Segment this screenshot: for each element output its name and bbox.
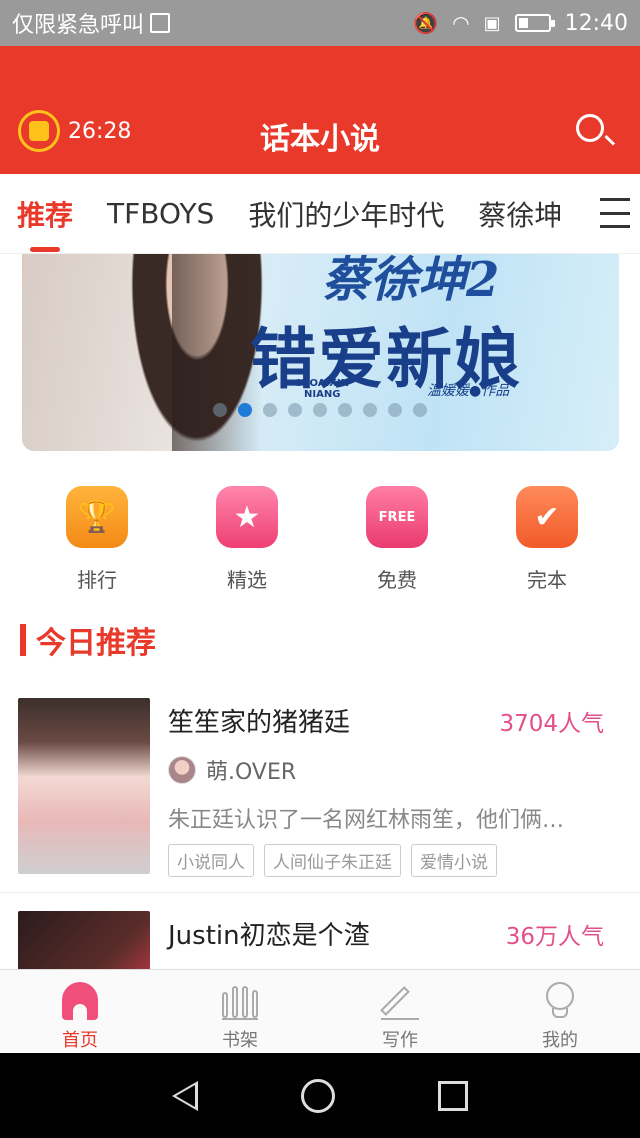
book-tag[interactable]: 爱情小说 (411, 844, 497, 877)
sim-icon: ▣ (483, 12, 501, 34)
trophy-icon: 🏆 (66, 486, 128, 548)
book-popularity: 36万人气 (505, 924, 604, 950)
bottom-navigation: 首页 书架 写作 我的 (0, 969, 640, 1053)
book-title: Justin初恋是个渣 (168, 921, 370, 951)
book-tag[interactable]: 人间仙子朱正廷 (264, 844, 401, 877)
nav-bookshelf[interactable]: 书架 (160, 970, 320, 1053)
banner-dot[interactable] (363, 403, 377, 417)
tab-youth-era[interactable]: 我们的少年时代 (231, 174, 461, 254)
recent-apps-icon[interactable] (438, 1080, 469, 1111)
status-carrier: 仅限紧急呼叫 (12, 7, 413, 39)
book-popularity: 3704人气 (499, 711, 604, 737)
star-icon: ★ (216, 486, 278, 548)
status-right: 🔕 ◠ ▣ 12:40 (413, 11, 628, 36)
status-time: 12:40 (564, 10, 628, 36)
quick-links: 🏆 排行 ★ 精选 FREE 免费 ✔ 完本 (0, 486, 640, 596)
book-cover[interactable] (18, 698, 150, 874)
banner-dot[interactable] (413, 403, 427, 417)
banner-author: 温媛媛●作品 (427, 383, 510, 399)
banner-dot[interactable] (238, 403, 252, 417)
book-title: 笙笙家的猪猪廷 (168, 708, 351, 738)
category-tabs: 推荐 TFBOYS 我们的少年时代 蔡徐坤 (0, 174, 640, 254)
book-cover[interactable] (18, 911, 150, 969)
banner-dot[interactable] (338, 403, 352, 417)
tab-recommend[interactable]: 推荐 (0, 174, 90, 254)
quick-link-label: 排行 (77, 568, 117, 592)
avatar (168, 756, 196, 784)
home-icon (62, 982, 98, 1020)
section-accent-bar (20, 624, 26, 656)
app-title: 话本小说 (260, 122, 380, 157)
banner-pagination (213, 403, 427, 417)
battery-icon (514, 14, 555, 32)
search-button[interactable] (576, 114, 616, 152)
promo-banner[interactable]: 蔡徐坤2 错爱新娘 CUOAIXIN NIANG 温媛媛●作品 (22, 254, 619, 451)
book-tags: 小说同人 人间仙子朱正廷 爱情小说 (168, 844, 497, 877)
quick-link-label: 完本 (527, 568, 567, 592)
quick-link-label: 精选 (227, 568, 267, 592)
quick-link-featured[interactable]: ★ 精选 (172, 486, 322, 596)
mute-icon: 🔕 (413, 11, 439, 35)
nav-label: 书架 (222, 1030, 258, 1051)
tabs-menu-icon[interactable] (600, 198, 630, 228)
banner-dot[interactable] (213, 403, 227, 417)
profile-icon (542, 982, 578, 1020)
quick-link-label: 免费 (377, 568, 417, 592)
book-author-row[interactable]: 萌.OVER (168, 754, 296, 786)
system-navigation-bar (0, 1053, 640, 1138)
nav-profile[interactable]: 我的 (480, 970, 640, 1053)
wifi-icon: ◠ (452, 11, 470, 35)
banner-pinyin-line2: NIANG (304, 389, 341, 400)
book-tag[interactable]: 小说同人 (168, 844, 254, 877)
nav-label: 写作 (382, 1030, 418, 1051)
quick-link-completed[interactable]: ✔ 完本 (472, 486, 622, 596)
banner-pinyin-line1: CUOAIXIN (294, 378, 349, 389)
bookshelf-icon (222, 982, 258, 1020)
back-icon[interactable] (171, 1080, 198, 1111)
nav-label: 首页 (62, 1030, 98, 1051)
banner-dot[interactable] (313, 403, 327, 417)
book-description: 朱正廷认识了一名网红林雨笙，他们俩… (168, 808, 565, 833)
nav-write[interactable]: 写作 (320, 970, 480, 1053)
banner-dot[interactable] (263, 403, 277, 417)
section-heading: 今日推荐 (20, 622, 156, 661)
search-icon (576, 114, 604, 142)
banner-shade (172, 254, 262, 451)
carrier-text: 仅限紧急呼叫 (12, 13, 145, 38)
tab-cai-xukun[interactable]: 蔡徐坤 (461, 174, 579, 254)
app-header: 26:28 话本小说 (0, 46, 640, 174)
banner-dot[interactable] (388, 403, 402, 417)
book-author: 萌.OVER (206, 760, 297, 785)
nav-home[interactable]: 首页 (0, 970, 160, 1053)
tab-tfboys[interactable]: TFBOYS (90, 174, 231, 254)
quick-link-ranking[interactable]: 🏆 排行 (22, 486, 172, 596)
image-notification-icon (150, 13, 171, 33)
quick-link-free[interactable]: FREE 免费 (322, 486, 472, 596)
checked-book-icon: ✔ (516, 486, 578, 548)
pen-icon (380, 982, 419, 1020)
free-tag-icon: FREE (366, 486, 428, 548)
divider (0, 892, 640, 893)
banner-title-line1: 蔡徐坤2 (322, 254, 500, 308)
section-title: 今日推荐 (36, 626, 156, 661)
banner-dot[interactable] (288, 403, 302, 417)
nav-label: 我的 (542, 1030, 578, 1051)
status-bar: 仅限紧急呼叫 🔕 ◠ ▣ 12:40 (0, 0, 640, 46)
book-card[interactable]: Justin初恋是个渣 36万人气 (0, 911, 640, 969)
tabs-fade (564, 174, 594, 253)
system-home-icon[interactable] (300, 1078, 335, 1113)
